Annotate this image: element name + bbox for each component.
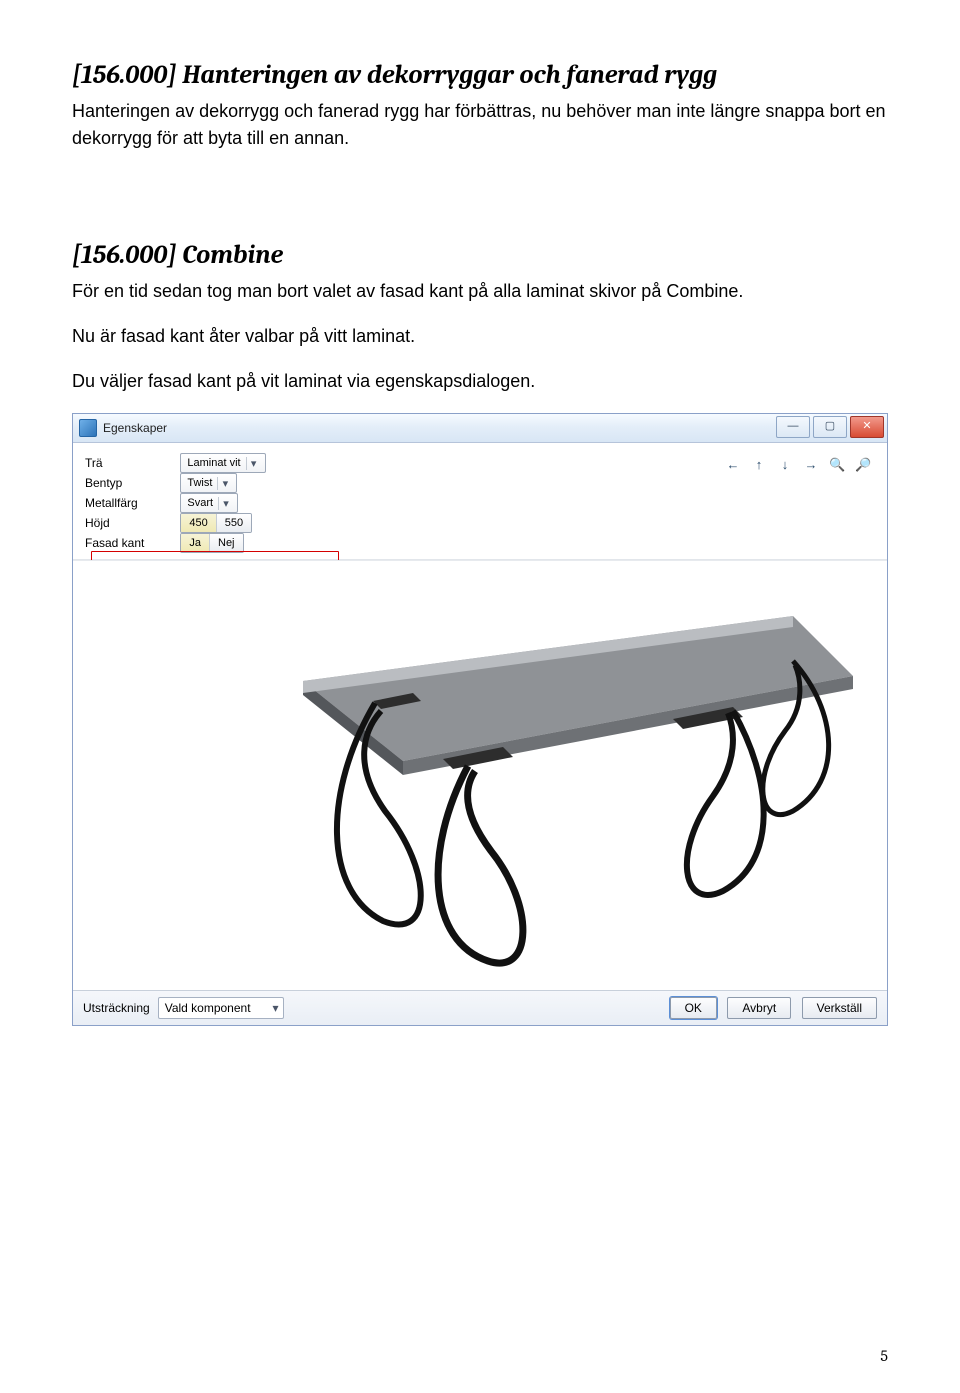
chevron-down-icon: ▾ <box>246 457 261 470</box>
nav-arrows: ← ↑ ↓ → 🔍 🔎 <box>725 457 871 473</box>
segment-hojd-450[interactable]: 450 <box>181 514 216 532</box>
zoom-out-icon[interactable]: 🔎 <box>855 457 871 473</box>
ok-button[interactable]: OK <box>670 997 717 1019</box>
dropdown-tra[interactable]: Laminat vit ▾ <box>180 453 265 473</box>
dropdown-tra-value: Laminat vit <box>187 457 240 469</box>
segment-hojd-550[interactable]: 550 <box>217 514 251 532</box>
zoom-in-icon[interactable]: 🔍 <box>829 457 845 473</box>
properties-grid: Trä Laminat vit ▾ Bentyp Twist <box>85 453 266 553</box>
maximize-button[interactable]: ▢ <box>813 416 847 438</box>
properties-dialog: Egenskaper — ▢ ✕ Trä Laminat vit ▾ <box>72 413 888 1026</box>
combo-utstrackning-value: Vald komponent <box>165 1001 251 1015</box>
preview-canvas[interactable] <box>73 560 887 990</box>
dropdown-bentyp-value: Twist <box>187 477 212 489</box>
chevron-down-icon: ▾ <box>217 477 232 490</box>
label-bentyp: Bentyp <box>85 473 180 493</box>
segment-fasad-ja[interactable]: Ja <box>181 534 210 552</box>
titlebar: Egenskaper — ▢ ✕ <box>73 414 887 443</box>
nav-next-icon[interactable]: → <box>803 457 819 473</box>
dropdown-metall-value: Svart <box>187 497 213 509</box>
section1-body: Hanteringen av dekorrygg och fanerad ryg… <box>72 98 888 152</box>
label-hojd: Höjd <box>85 513 180 533</box>
app-icon <box>79 419 97 437</box>
segment-hojd[interactable]: 450 550 <box>180 513 252 533</box>
chevron-down-icon: ▾ <box>273 1001 279 1015</box>
dropdown-metall[interactable]: Svart ▾ <box>180 493 238 513</box>
dialog-bottombar: Utsträckning Vald komponent ▾ OK Avbryt … <box>73 990 887 1025</box>
segment-fasad-kant[interactable]: Ja Nej <box>180 533 243 553</box>
label-tra: Trä <box>85 453 180 473</box>
section2-body-3: Du väljer fasad kant på vit laminat via … <box>72 368 888 395</box>
window-title: Egenskaper <box>103 421 167 435</box>
section2-body-1: För en tid sedan tog man bort valet av f… <box>72 278 888 305</box>
apply-button[interactable]: Verkställ <box>802 997 877 1019</box>
label-metall: Metallfärg <box>85 493 180 513</box>
close-button[interactable]: ✕ <box>850 416 884 438</box>
nav-down-icon[interactable]: ↓ <box>777 457 793 473</box>
nav-prev-icon[interactable]: ← <box>725 457 741 473</box>
chevron-down-icon: ▾ <box>218 497 233 510</box>
label-fasad-kant: Fasad kant <box>85 533 180 553</box>
combo-utstrackning[interactable]: Vald komponent ▾ <box>158 997 284 1019</box>
label-utstrackning: Utsträckning <box>83 1001 150 1015</box>
section1-heading: [156.000] Hanteringen av dekorryggar och… <box>72 60 888 90</box>
section2-heading: [156.000] Combine <box>72 240 888 270</box>
properties-area: Trä Laminat vit ▾ Bentyp Twist <box>73 443 887 1025</box>
section2-body-2: Nu är fasad kant åter valbar på vitt lam… <box>72 323 888 350</box>
minimize-button[interactable]: — <box>776 416 810 438</box>
page-number: 5 <box>880 1347 888 1365</box>
segment-fasad-nej[interactable]: Nej <box>210 534 243 552</box>
dropdown-bentyp[interactable]: Twist ▾ <box>180 473 237 493</box>
cancel-button[interactable]: Avbryt <box>727 997 791 1019</box>
nav-up-icon[interactable]: ↑ <box>751 457 767 473</box>
